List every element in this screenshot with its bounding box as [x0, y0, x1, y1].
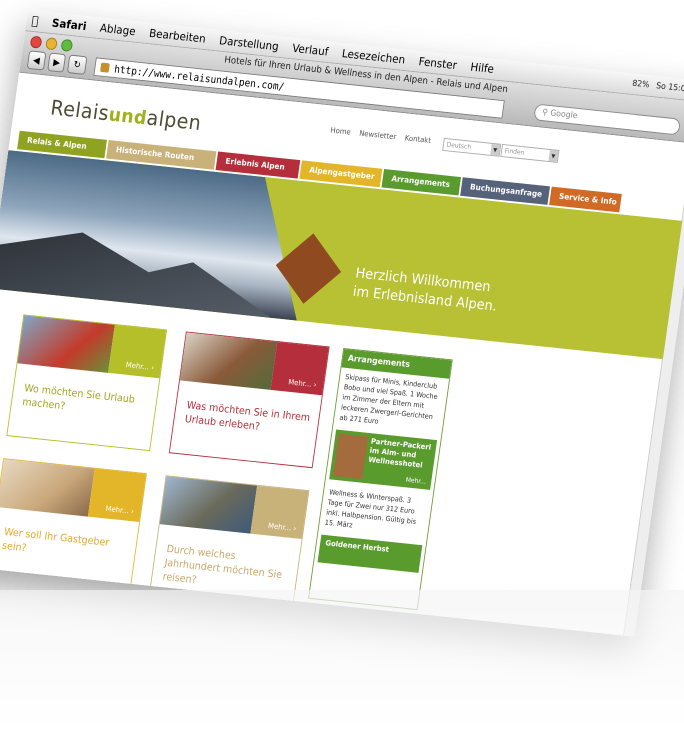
region-value: Finden: [504, 147, 525, 157]
chevron-down-icon: ▼: [548, 149, 559, 162]
offer-photo: [333, 433, 369, 480]
card-more-link[interactable]: Mehr... ›: [108, 324, 167, 379]
card-photo: [179, 332, 278, 390]
reflection: [0, 590, 684, 729]
offer-box-2[interactable]: Goldener Herbst: [317, 534, 423, 573]
menubar-status: 82% So 15:00 ●: [632, 79, 684, 96]
menu-lesezeichen[interactable]: Lesezeichen: [341, 47, 406, 67]
card-more-link[interactable]: Mehr... ›: [270, 341, 329, 396]
card-title: Was möchten Sie in Ihrem Urlaub erleben?: [184, 398, 311, 433]
apple-icon[interactable]: : [31, 14, 40, 29]
top-links: Home Newsletter Kontakt: [330, 126, 432, 145]
scene:  Safari Ablage Bearbeiten Darstellung V…: [0, 0, 684, 729]
link-newsletter[interactable]: Newsletter: [359, 129, 397, 141]
reload-button[interactable]: ↻: [67, 54, 88, 75]
favicon-icon: [100, 62, 110, 73]
card-more-link[interactable]: Mehr... ›: [87, 468, 146, 522]
menu-darstellung[interactable]: Darstellung: [218, 34, 279, 53]
card-photo: [0, 459, 95, 517]
more-label: Mehr...: [105, 504, 130, 516]
safari-window:  Safari Ablage Bearbeiten Darstellung V…: [0, 10, 684, 637]
offer-box[interactable]: Partner-Packerl im Alm- und Wellnesshote…: [329, 429, 438, 490]
card-more-link[interactable]: Mehr... ›: [250, 485, 309, 540]
menu-bearbeiten[interactable]: Bearbeiten: [148, 27, 206, 46]
chevron-down-icon: ▼: [490, 143, 501, 156]
more-label: Mehr...: [125, 360, 150, 372]
back-arrow-icon: ◀: [32, 55, 41, 66]
card-title: Wo möchten Sie Urlaub machen?: [21, 381, 136, 413]
site-logo[interactable]: Relaisundalpen: [49, 97, 203, 136]
region-select[interactable]: Finden ▼: [500, 143, 560, 163]
nav-buttons: ◀ ▶ ↻: [26, 50, 88, 75]
forward-button[interactable]: ▶: [46, 52, 67, 73]
clock[interactable]: So 15:00: [656, 82, 684, 95]
card-urlaub[interactable]: Mehr... › Wo möchten Sie Urlaub machen?: [6, 314, 168, 452]
logo-und: und: [107, 102, 149, 129]
link-home[interactable]: Home: [330, 126, 351, 136]
arrangements-sidebar: Arrangements Skipass für Minis, Kindercl…: [308, 347, 453, 611]
link-kontakt[interactable]: Kontakt: [404, 134, 431, 145]
menu-app[interactable]: Safari: [51, 16, 87, 33]
menu-hilfe[interactable]: Hilfe: [470, 60, 495, 75]
card-erleben[interactable]: Mehr... › Was möchten Sie in Ihrem Urlau…: [168, 331, 330, 469]
more-label: Mehr...: [287, 377, 313, 389]
card-title: Durch welches Jahrhundert möchten Sie re…: [161, 542, 283, 586]
hero-greeting: Herzlich Willkommen im Erlebnisland Alpe…: [352, 263, 501, 315]
card-title: Wer soll Ihr Gastgeber sein?: [1, 525, 110, 554]
offer-text: Wellness & Winterspaß. 3 Tage für Zwei n…: [324, 487, 417, 530]
sidebar-intro: Skipass für Minis, Kinderclub Bobo und v…: [339, 372, 439, 426]
battery-status[interactable]: 82%: [632, 79, 650, 90]
menu-ablage[interactable]: Ablage: [99, 21, 136, 38]
reload-icon: ↻: [72, 59, 82, 71]
menu-fenster[interactable]: Fenster: [418, 55, 458, 72]
offer-more-link[interactable]: Mehr...: [405, 476, 426, 486]
menu-verlauf[interactable]: Verlauf: [291, 42, 329, 59]
card-gastgeber[interactable]: Mehr... › Wer soll Ihr Gastgeber sein?: [0, 458, 147, 595]
language-value: Deutsch: [445, 141, 472, 151]
forward-arrow-icon: ▶: [52, 57, 61, 68]
card-photo: [17, 315, 115, 373]
language-select[interactable]: Deutsch ▼: [442, 137, 502, 157]
card-photo: [159, 476, 258, 534]
back-button[interactable]: ◀: [26, 50, 47, 71]
logo-relais: Relais: [49, 96, 111, 126]
logo-alpen: alpen: [145, 106, 203, 136]
search-placeholder: Google: [549, 108, 579, 121]
offer-title: Partner-Packerl im Alm- und Wellnesshote…: [367, 436, 432, 470]
webpage: Relaisundalpen Home Newsletter Kontakt D…: [0, 72, 684, 637]
offer-title-2: Goldener Herbst: [324, 538, 390, 554]
more-label: Mehr...: [267, 521, 292, 533]
